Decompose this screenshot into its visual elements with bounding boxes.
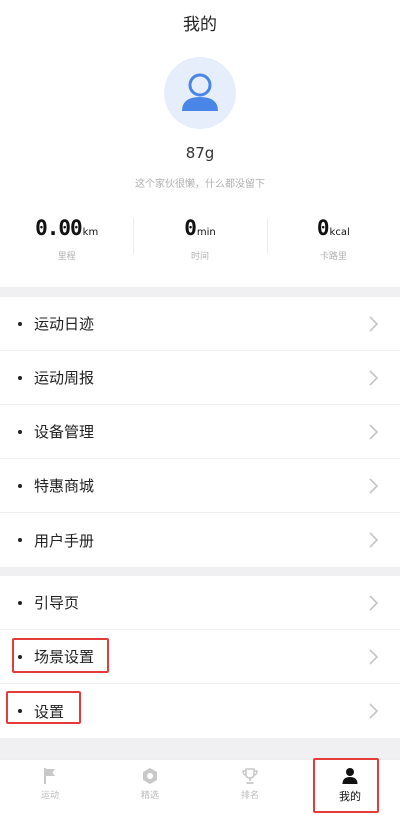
tab-label: 运动 [40,791,59,801]
bullet-dot [18,709,22,713]
tab-label: 排名 [240,791,259,801]
stat-calories-value: 0 [316,216,330,240]
person-icon [342,768,358,784]
menu-item-weekly-report[interactable]: 运动周报 [0,351,400,405]
stat-time: 0min 时间 [133,212,266,272]
chevron-right-icon [369,703,378,719]
menu-item-device-management[interactable]: 设备管理 [0,405,400,459]
stat-time-value: 0 [184,216,197,240]
trophy-icon [242,768,258,784]
username: 87g [185,144,215,162]
tab-me[interactable]: 我的 [300,760,400,815]
chevron-right-icon [369,478,378,494]
menu-item-scene-settings[interactable]: 场景设置 [0,630,400,684]
stat-distance-value: 0.00 [35,216,83,240]
bullet-dot [18,601,22,605]
menu-group-main: 运动日迹 运动周报 设备管理 特惠商城 用户手册 [0,297,400,567]
menu-item-label: 运动日迹 [34,315,95,333]
bullet-dot [18,655,22,659]
page-title: 我的 [183,15,217,35]
bullet-dot [18,322,22,326]
chevron-right-icon [369,316,378,332]
tab-label: 精选 [140,791,159,801]
chevron-right-icon [369,532,378,548]
menu-group-settings: 引导页 场景设置 设置 [0,576,400,738]
chevron-right-icon [369,649,378,665]
menu-item-mall[interactable]: 特惠商城 [0,459,400,513]
profile-header: 我的 87g 这个家伙很懒，什么都没留下 0.00km 里程 0min 时间 0… [0,0,400,287]
chevron-right-icon [369,424,378,440]
menu-item-settings[interactable]: 设置 [0,684,400,738]
tab-sport[interactable]: 运动 [0,760,100,815]
menu-item-sport-log[interactable]: 运动日迹 [0,297,400,351]
bullet-dot [18,538,22,542]
stat-time-unit: min [196,227,216,238]
menu-item-label: 运动周报 [34,369,95,387]
menu-item-label: 用户手册 [34,531,95,550]
hexagon-icon [143,768,157,784]
stat-distance-label: 里程 [57,252,76,262]
stat-calories: 0kcal 卡路里 [266,212,400,272]
menu-item-label: 设置 [34,702,65,721]
bullet-dot [18,430,22,434]
menu-item-label: 引导页 [34,594,80,612]
stat-calories-unit: kcal [329,227,350,238]
chevron-right-icon [369,370,378,386]
stat-time-label: 时间 [190,252,209,262]
user-avatar-icon [182,73,218,111]
stat-distance-unit: km [82,227,99,238]
bullet-dot [18,376,22,380]
stat-calories-label: 卡路里 [319,252,347,262]
tab-ranking[interactable]: 排名 [200,760,300,815]
stats-row: 0.00km 里程 0min 时间 0kcal 卡路里 [0,212,400,272]
avatar[interactable] [164,57,236,129]
flag-icon [44,768,55,784]
tab-label: 我的 [339,790,361,803]
menu-item-guide-page[interactable]: 引导页 [0,576,400,630]
menu-item-label: 设备管理 [34,423,95,441]
stat-distance: 0.00km 里程 [0,212,133,272]
signature: 这个家伙很懒，什么都没留下 [135,179,265,190]
chevron-right-icon [369,595,378,611]
bullet-dot [18,484,22,488]
menu-item-label: 场景设置 [34,648,95,666]
tab-featured[interactable]: 精选 [100,760,200,815]
menu-item-user-manual[interactable]: 用户手册 [0,513,400,567]
menu-item-label: 特惠商城 [34,477,95,495]
bottom-tab-bar: 运动 精选 排名 我的 [0,759,400,815]
